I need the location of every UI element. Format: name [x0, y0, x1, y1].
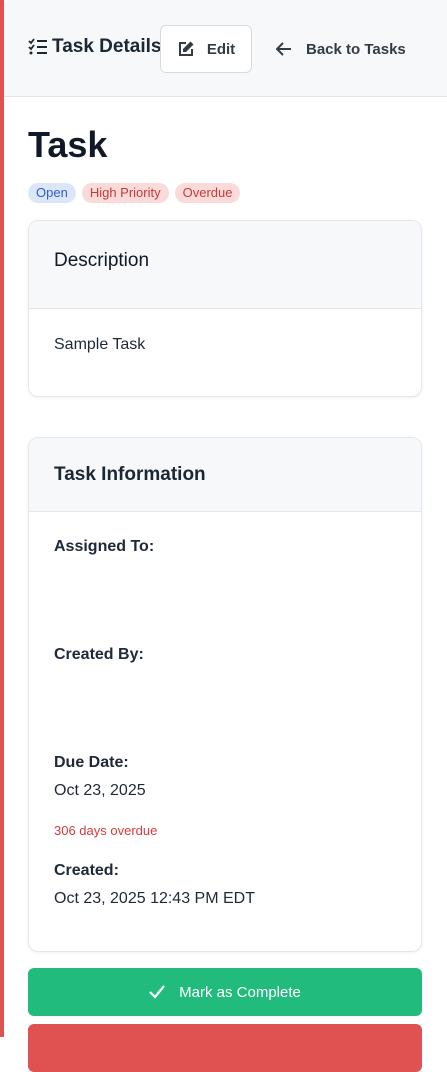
task-information-card: Task Information Assigned To: Created By…	[28, 437, 422, 952]
back-to-tasks-label: Back to Tasks	[306, 40, 406, 58]
task-information-heading: Task Information	[54, 464, 206, 485]
overdue-note: 306 days overdue	[54, 823, 158, 838]
description-text: Sample Task	[54, 336, 146, 353]
due-date-value: Oct 23, 2025	[54, 782, 146, 799]
task-title: Task	[28, 124, 108, 165]
mark-as-complete-button[interactable]: Mark as Complete	[28, 968, 422, 1016]
header-title-text: Task Details	[52, 36, 162, 57]
arrow-left-icon	[276, 42, 291, 56]
check-icon	[149, 985, 165, 999]
pencil-square-icon	[178, 41, 194, 56]
assigned-to-label: Assigned To:	[54, 538, 155, 555]
overdue-badge: Overdue	[174, 183, 241, 203]
danger-action-button[interactable]	[28, 1024, 422, 1072]
priority-badge: High Priority	[81, 183, 169, 203]
created-by-label: Created By:	[54, 646, 144, 663]
left-accent-bar	[0, 0, 4, 1037]
created-label: Created:	[54, 862, 119, 879]
page-header-title: Task Details	[28, 36, 161, 58]
status-badges: Open High Priority Overdue	[28, 183, 241, 203]
edit-button-label: Edit	[206, 40, 236, 58]
description-heading: Description	[54, 250, 150, 271]
list-check-icon	[28, 38, 47, 55]
due-date-label: Due Date:	[54, 754, 129, 771]
description-card: Description Sample Task	[28, 220, 422, 397]
status-badge-open: Open	[28, 183, 76, 203]
mark-as-complete-label: Mark as Complete	[179, 983, 301, 1001]
edit-button[interactable]: Edit	[160, 25, 252, 73]
created-value: Oct 23, 2025 12:43 PM EDT	[54, 890, 255, 907]
back-to-tasks-link[interactable]: Back to Tasks	[276, 25, 406, 73]
page-header: Task Details Edit Back to Tasks	[4, 0, 447, 97]
